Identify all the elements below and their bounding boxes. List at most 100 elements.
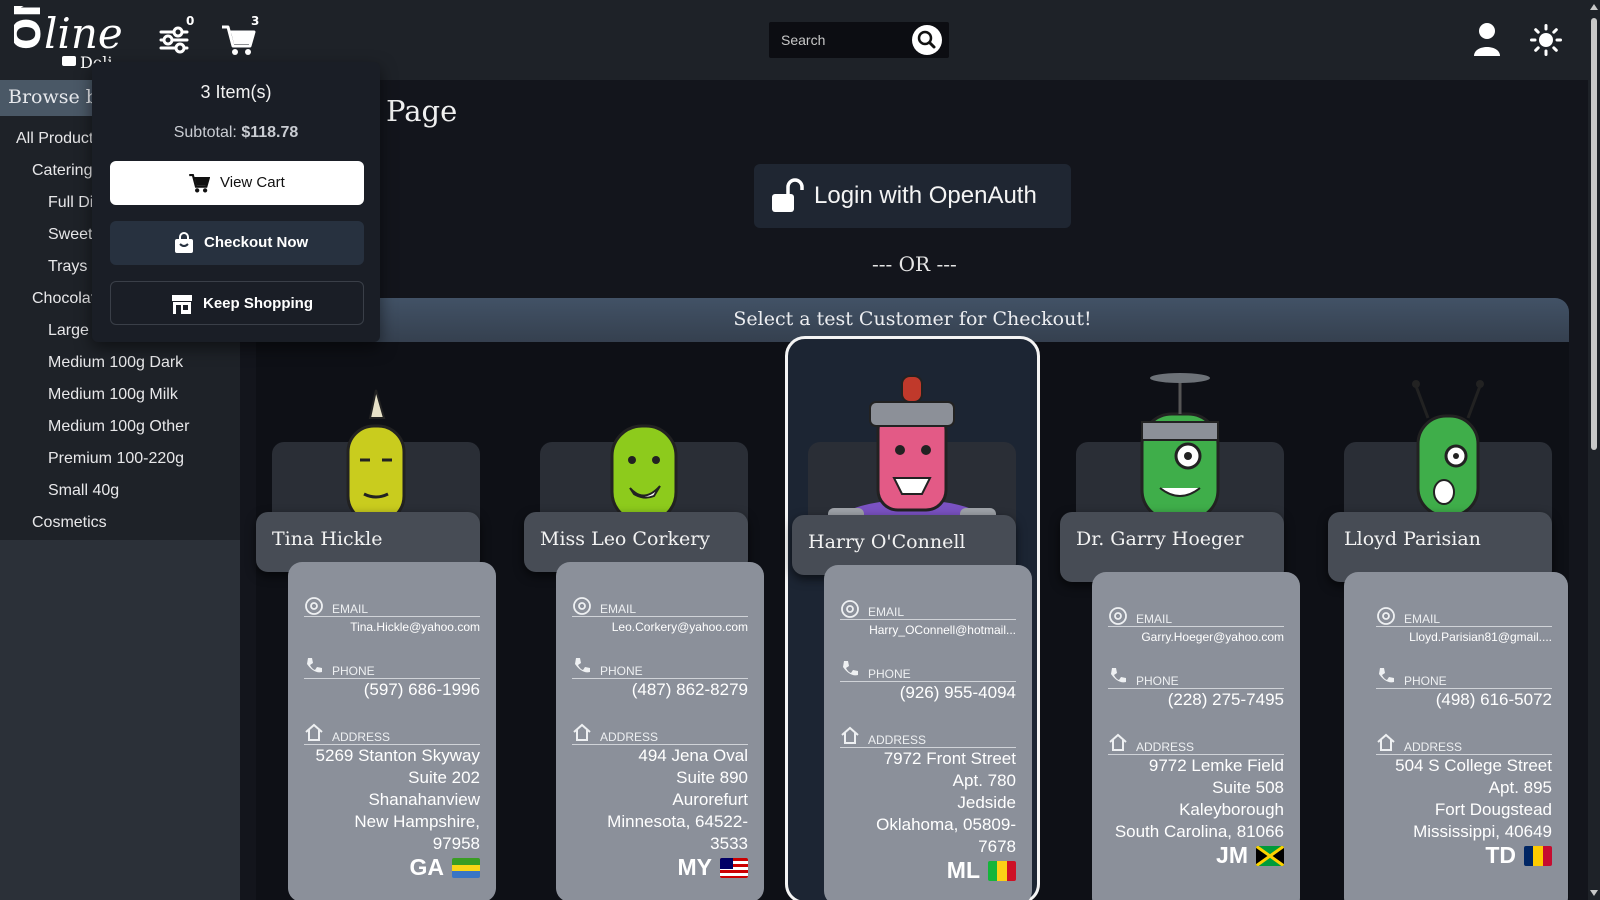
customer-card[interactable]: Miss Leo Corkery EMAIL Leo.Corkery@yahoo… <box>524 340 776 900</box>
customer-info-panel: EMAIL Leo.Corkery@yahoo.com PHONE (487) … <box>556 562 764 900</box>
divider <box>304 616 480 617</box>
home-icon <box>305 723 323 741</box>
search-box <box>769 22 949 58</box>
customer-phone: (597) 686-1996 <box>363 680 480 699</box>
address-line: Mississippi, 40649 <box>1413 822 1552 841</box>
address-label: ADDRESS <box>1404 740 1463 754</box>
shopping-bag-icon <box>175 232 193 253</box>
phone-icon <box>1379 668 1394 683</box>
email-label: EMAIL <box>1136 612 1173 626</box>
address-line: New Hampshire, <box>354 812 480 831</box>
sidebar-item-catering[interactable]: Catering <box>32 162 92 180</box>
home-icon <box>1109 733 1127 751</box>
email-label: EMAIL <box>1404 612 1441 626</box>
customer-info-panel: EMAIL Lloyd.Parisian81@gmail.... PHONE (… <box>1344 572 1568 900</box>
cart-badge: 3 <box>251 14 260 28</box>
sidebar-item-trays[interactable]: Trays <box>48 258 87 276</box>
keep-shopping-button[interactable]: Keep Shopping <box>110 281 364 325</box>
sidebar-item-all-products[interactable]: All Products <box>16 130 101 148</box>
address-line: 504 S College Street <box>1395 756 1552 775</box>
address-line: 5269 Stanton Skyway <box>315 746 480 765</box>
country-code: TD <box>1485 842 1516 868</box>
gabon-flag-icon <box>452 858 480 878</box>
customer-email: Lloyd.Parisian81@gmail.... <box>1409 630 1552 644</box>
phone-label: PHONE <box>1404 674 1447 688</box>
address-line: 9772 Lemke Field <box>1148 756 1284 775</box>
account-button[interactable] <box>1472 22 1502 58</box>
divider <box>840 681 1016 682</box>
country-code: ML <box>946 857 980 883</box>
phone-icon <box>307 658 322 673</box>
country-code: GA <box>409 854 445 880</box>
address-line: 7678 <box>978 837 1016 856</box>
theme-toggle-button[interactable] <box>1530 24 1562 56</box>
divider <box>572 744 748 745</box>
view-cart-button[interactable]: View Cart <box>110 161 364 205</box>
customer-card-selected[interactable]: Harry O'Connell EMAIL Harry_OConnell@hot… <box>785 336 1040 900</box>
at-sign-icon <box>1377 607 1395 625</box>
customer-email: Leo.Corkery@yahoo.com <box>611 620 748 634</box>
address-label: ADDRESS <box>868 733 927 747</box>
customer-card[interactable]: Lloyd Parisian EMAIL Lloyd.Parisian81@gm… <box>1328 340 1580 900</box>
divider <box>1108 626 1284 627</box>
customer-info-panel: EMAIL Garry.Hoeger@yahoo.com PHONE (228)… <box>1092 572 1300 900</box>
customer-card[interactable]: Dr. Garry Hoeger EMAIL Garry.Hoeger@yaho… <box>1060 340 1312 900</box>
scrollbar-thumb[interactable] <box>1591 18 1597 450</box>
address-label: ADDRESS <box>1136 740 1195 754</box>
search-button[interactable] <box>912 25 942 55</box>
address-line: 7972 Front Street <box>883 749 1016 768</box>
or-divider: --- OR --- <box>872 252 957 276</box>
customer-name: Tina Hickle <box>272 528 383 550</box>
address-line: Kaleyborough <box>1179 800 1284 819</box>
address-line: Suite 202 <box>408 768 480 787</box>
sun-icon <box>1530 24 1562 56</box>
cart-item-count: 3 Item(s) <box>200 82 272 102</box>
customer-email: Garry.Hoeger@yahoo.com <box>1141 630 1284 644</box>
address-line: Oklahoma, 05809- <box>876 815 1016 834</box>
filters-button[interactable] <box>158 24 190 56</box>
checkout-now-button[interactable]: Checkout Now <box>110 221 364 265</box>
divider <box>1376 626 1552 627</box>
customer-card[interactable]: Tina Hickle EMAIL Tina.Hickle@yahoo.com … <box>256 340 508 900</box>
customer-email: Tina.Hickle@yahoo.com <box>350 620 480 634</box>
login-openauth-button[interactable]: Login with OpenAuth <box>754 164 1071 228</box>
address-line: Suite 508 <box>1212 778 1284 797</box>
address-line: 97958 <box>432 834 480 853</box>
email-label: EMAIL <box>332 602 369 616</box>
home-icon <box>1377 733 1395 751</box>
divider <box>840 619 1016 620</box>
divider <box>1376 688 1552 689</box>
search-input[interactable] <box>769 22 909 58</box>
sidebar-filler <box>0 540 240 900</box>
sidebar-item-premium[interactable]: Premium 100-220g <box>48 450 184 468</box>
sidebar-item-cosmetics[interactable]: Cosmetics <box>32 514 107 532</box>
phone-icon <box>843 661 858 676</box>
address-line: 3533 <box>710 834 748 853</box>
mali-flag-icon <box>988 861 1016 881</box>
customer-phone: (228) 275-7495 <box>1167 690 1284 709</box>
address-line: Fort Dougstead <box>1434 800 1552 819</box>
checkout-now-label: Checkout Now <box>204 234 309 251</box>
at-sign-icon <box>573 597 591 615</box>
subtotal-label: Subtotal: <box>173 124 237 141</box>
address-label: ADDRESS <box>600 730 659 744</box>
address-line: South Carolina, 81066 <box>1114 822 1284 841</box>
divider <box>1108 754 1284 755</box>
sidebar-item-medium-other[interactable]: Medium 100g Other <box>48 418 189 436</box>
address-label: ADDRESS <box>332 730 391 744</box>
country-code: MY <box>677 854 713 880</box>
email-label: EMAIL <box>868 605 905 619</box>
sidebar-item-medium-milk[interactable]: Medium 100g Milk <box>48 386 178 404</box>
home-icon <box>573 723 591 741</box>
scroll-down-arrow-icon[interactable] <box>1590 890 1598 896</box>
sidebar-item-small[interactable]: Small 40g <box>48 482 119 500</box>
page-scrollbar[interactable] <box>1588 0 1600 900</box>
sidebar-item-large[interactable]: Large <box>48 322 89 340</box>
scroll-up-arrow-icon[interactable] <box>1590 4 1598 10</box>
customer-email: Harry_OConnell@hotmail... <box>869 623 1016 637</box>
sidebar-item-medium-dark[interactable]: Medium 100g Dark <box>48 354 183 372</box>
customer-info-panel: EMAIL Tina.Hickle@yahoo.com PHONE (597) … <box>288 562 496 900</box>
jamaica-flag-icon <box>1256 846 1284 866</box>
address-line: Minnesota, 64522- <box>607 812 748 831</box>
login-button-label: Login with OpenAuth <box>814 182 1037 209</box>
